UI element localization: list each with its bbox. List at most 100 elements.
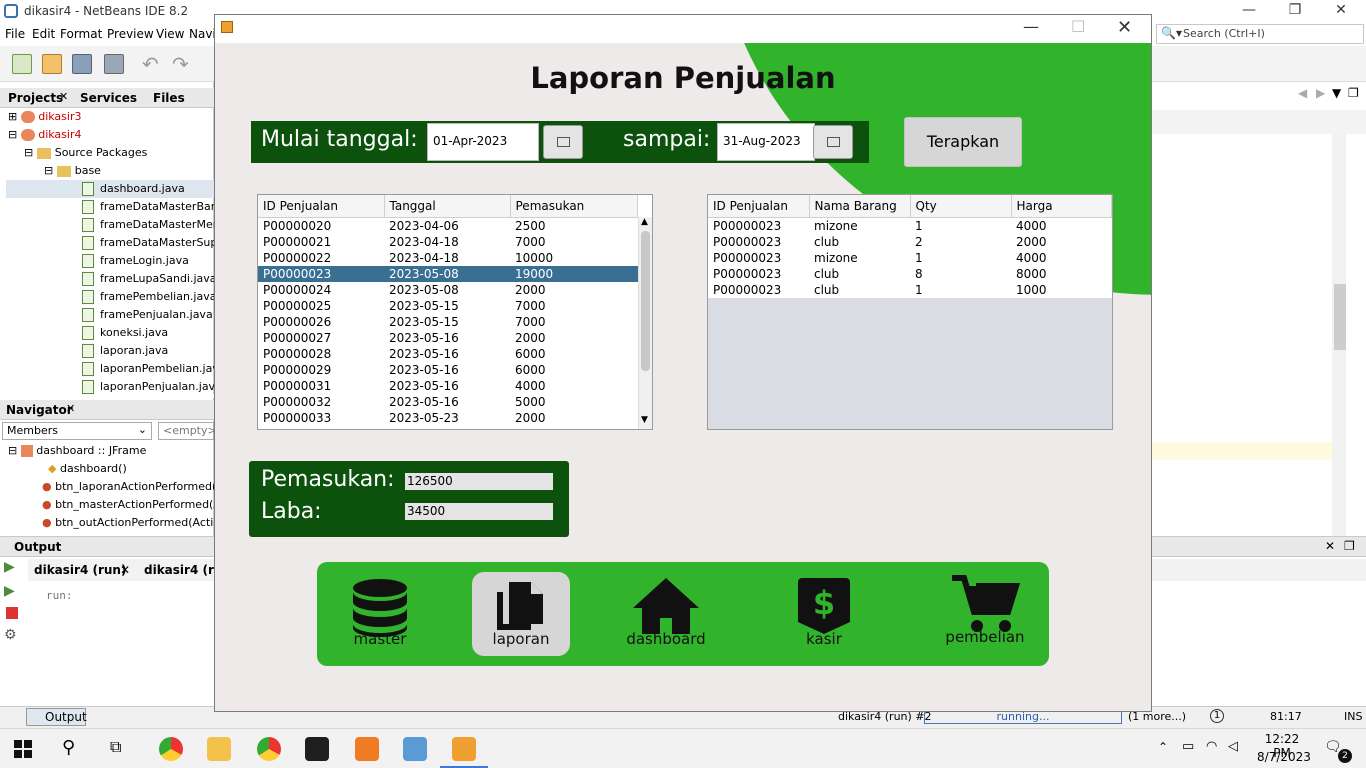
tree-item[interactable]: ⊟ Source Packages (6, 144, 230, 162)
menu-file[interactable]: File (5, 27, 25, 41)
virtualbox-icon[interactable] (403, 737, 427, 761)
tree-item[interactable]: frameLogin.java (6, 252, 230, 270)
table-row[interactable]: P00000033 2023-05-23 2000 (258, 410, 638, 426)
apply-button[interactable]: Terapkan (904, 117, 1022, 167)
scroll-thumb[interactable] (641, 231, 650, 371)
start-date-input[interactable]: 01-Apr-2023 (427, 123, 539, 161)
tree-item[interactable]: ● btn_laporanActionPerformed(A (42, 478, 224, 496)
menu-view[interactable]: View (156, 27, 184, 41)
chevron-up-icon[interactable]: ▲ (641, 217, 648, 227)
output-tab[interactable]: dikasir4 (run) (34, 563, 126, 577)
search-icon[interactable]: ⚲ (62, 737, 75, 758)
output-toggle-button[interactable]: Output (26, 708, 87, 726)
end-date-input[interactable]: 31-Aug-2023 (717, 123, 815, 161)
maximize-icon[interactable]: ❐ (1348, 86, 1359, 100)
java-app-taskbar-icon[interactable] (452, 737, 476, 761)
tab-projects[interactable]: Projects (8, 91, 63, 105)
figma-icon[interactable] (305, 737, 329, 761)
table-row[interactable]: P00000020 2023-04-06 2500 (258, 217, 638, 234)
chevron-down-icon[interactable]: ▼ (641, 415, 648, 425)
close-icon[interactable]: ✕ (1325, 539, 1335, 553)
xampp-icon[interactable] (355, 737, 379, 761)
ide-minimize-button[interactable]: — (1234, 2, 1264, 22)
table-row[interactable]: P00000022 2023-04-18 10000 (258, 250, 638, 266)
nav-dashboard-button[interactable]: dashboard (617, 572, 715, 656)
menu-edit[interactable]: Edit (32, 27, 55, 41)
battery-icon[interactable]: ▭ (1182, 739, 1194, 754)
chevron-down-icon[interactable]: ▼ (1332, 86, 1341, 100)
table-row-selected[interactable]: P00000023 2023-05-08 19000 (258, 265, 638, 282)
table-row[interactable]: P00000023 club 8 8000 (708, 266, 1112, 282)
end-date-picker-button[interactable] (813, 125, 853, 159)
table-row[interactable]: P00000023 mizone 1 4000 (708, 250, 1112, 266)
tree-item[interactable]: framePenjualan.java (6, 306, 230, 324)
file-explorer-icon[interactable] (207, 737, 231, 761)
app-maximize-button[interactable]: ☐ (1071, 17, 1085, 36)
settings-icon[interactable]: ⚙ (4, 627, 17, 643)
redo-icon[interactable]: ↷ (172, 52, 189, 76)
table-row[interactable]: P00000031 2023-05-16 4000 (258, 378, 638, 394)
tree-item[interactable]: ⊟ dashboard :: JFrame (8, 442, 146, 460)
tree-item[interactable]: laporan.java (6, 342, 230, 360)
app-close-button[interactable]: ✕ (1117, 17, 1132, 38)
chrome-profile-icon[interactable] (257, 737, 281, 761)
tree-item[interactable]: frameLupaSandi.java (6, 270, 230, 288)
ide-close-button[interactable]: ✕ (1326, 2, 1356, 22)
tree-item[interactable]: ⊞ dikasir3 (6, 108, 230, 126)
nav-kasir-button[interactable]: $ kasir (775, 572, 873, 656)
table-row[interactable]: P00000023 club 1 1000 (708, 282, 1112, 298)
table-row[interactable]: P00000027 2023-05-16 2000 (258, 330, 638, 346)
ide-search-box[interactable]: 🔍▾ Search (Ctrl+I) (1156, 24, 1364, 44)
table-row[interactable]: P00000029 2023-05-16 6000 (258, 362, 638, 378)
clock-date[interactable]: 8/7/2023 (1257, 750, 1311, 764)
chevron-left-icon[interactable]: ◀ (1298, 86, 1307, 100)
tree-item[interactable]: laporanPembelian.java (6, 360, 230, 378)
rerun-icon[interactable]: ▶ (4, 559, 15, 575)
tab-files[interactable]: Files (153, 91, 185, 105)
navigator-title[interactable]: Navigator (6, 403, 73, 417)
navigator-select[interactable]: Members ⌄ (2, 422, 152, 440)
maximize-icon[interactable]: ❐ (1344, 539, 1355, 553)
table-row[interactable]: P00000024 2023-05-08 2000 (258, 282, 638, 298)
app-minimize-button[interactable]: — (1023, 17, 1039, 36)
tree-item[interactable]: dashboard.java (6, 180, 231, 198)
start-date-picker-button[interactable] (543, 125, 583, 159)
editor-scroll-thumb[interactable] (1334, 284, 1346, 350)
close-icon[interactable]: ✕ (120, 563, 130, 577)
table-row[interactable]: P00000028 2023-05-16 6000 (258, 346, 638, 362)
menu-navigate[interactable]: Navi (189, 27, 216, 41)
nav-pembelian-button[interactable]: pembelian (936, 572, 1034, 656)
column-header[interactable]: Tanggal (384, 195, 511, 218)
tree-item[interactable]: frameDataMasterMemb (6, 216, 230, 234)
tree-item[interactable]: frameDataMasterBaran (6, 198, 230, 216)
column-header[interactable]: Harga (1011, 195, 1112, 218)
tree-item[interactable]: koneksi.java (6, 324, 230, 342)
stop-icon[interactable] (6, 607, 18, 619)
new-file-icon[interactable] (12, 54, 32, 74)
menu-preview[interactable]: Preview (107, 27, 154, 41)
table-row[interactable]: P00000021 2023-04-18 7000 (258, 234, 638, 250)
volume-icon[interactable]: ◁ (1228, 739, 1238, 754)
chevron-right-icon[interactable]: ▶ (1316, 86, 1325, 100)
save-all-icon[interactable] (104, 54, 124, 74)
sales-table-scrollbar[interactable]: ▲ ▼ (638, 217, 652, 429)
tree-item[interactable]: ● btn_masterActionPerformed(Ac (42, 496, 227, 514)
task-view-icon[interactable]: ⧉ (110, 737, 121, 757)
chevron-up-icon[interactable]: ⌃ (1158, 740, 1168, 754)
chrome-icon[interactable] (159, 737, 183, 761)
nav-laporan-button[interactable]: laporan (472, 572, 570, 656)
progress-bar[interactable]: running... (924, 710, 1122, 724)
table-row[interactable]: P00000025 2023-05-15 7000 (258, 298, 638, 314)
notification-icon[interactable]: 1 (1210, 709, 1224, 723)
table-row[interactable]: P00000032 2023-05-16 5000 (258, 394, 638, 410)
tab-services[interactable]: Services (80, 91, 137, 105)
tree-item[interactable]: framePembelian.java (6, 288, 230, 306)
tree-item[interactable]: frameDataMasterSuppl (6, 234, 230, 252)
tree-item[interactable]: ◆ dashboard() (48, 460, 127, 478)
column-header[interactable]: Nama Barang (809, 195, 911, 218)
column-header[interactable]: ID Penjualan (708, 195, 810, 218)
table-row[interactable]: P00000023 club 2 2000 (708, 234, 1112, 250)
menu-format[interactable]: Format (60, 27, 102, 41)
undo-icon[interactable]: ↶ (142, 52, 159, 76)
close-icon[interactable]: ✕ (59, 90, 68, 103)
